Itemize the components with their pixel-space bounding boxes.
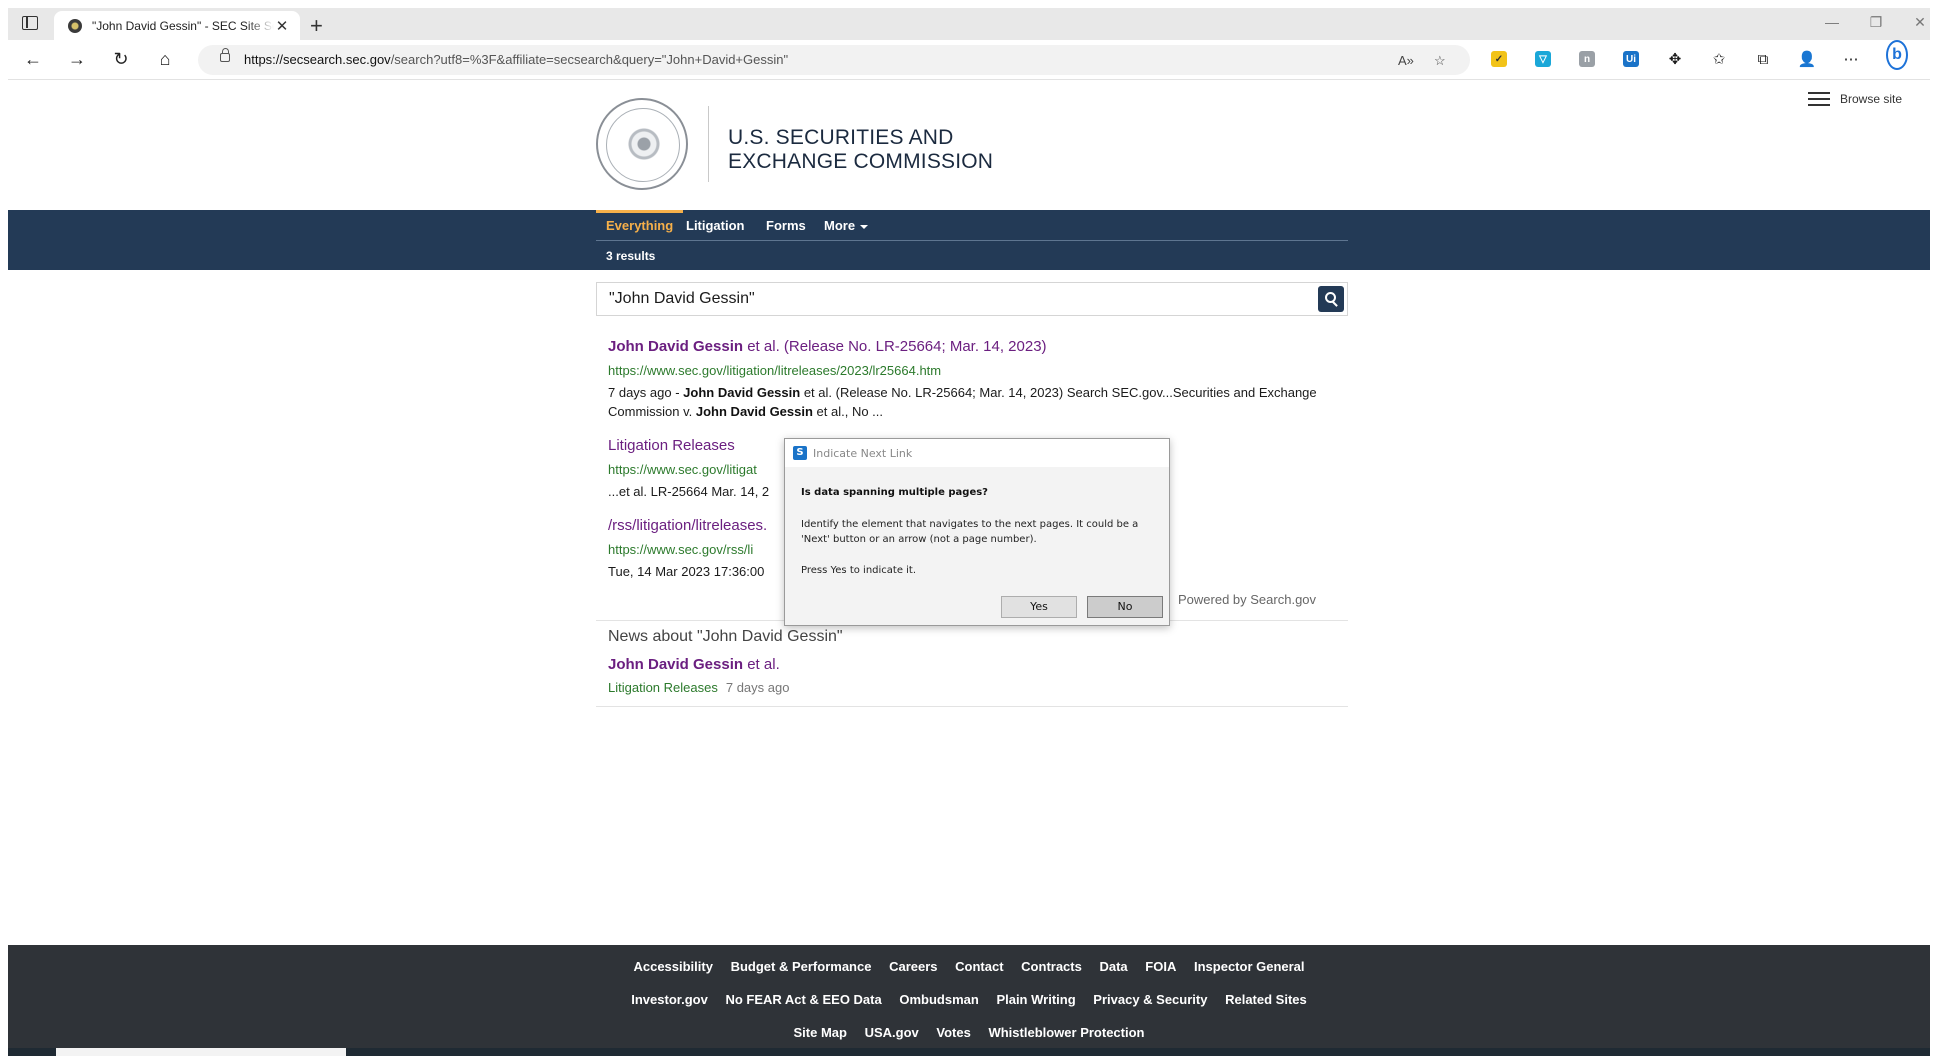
news-age: 7 days ago xyxy=(725,680,790,695)
read-aloud-icon[interactable]: A» xyxy=(1398,53,1414,68)
results-count: 3 results xyxy=(606,249,656,263)
address-bar: ← → ↻ ⌂ https://secsearch.sec.gov/search… xyxy=(8,40,1930,80)
profile-avatar-icon[interactable]: 👤 xyxy=(1796,48,1818,70)
no-button[interactable]: No xyxy=(1087,596,1163,618)
chevron-down-icon xyxy=(860,224,869,229)
footer-link[interactable]: Contracts xyxy=(1021,959,1082,974)
favorite-add-icon[interactable]: ☆ xyxy=(1434,53,1446,69)
agency-line-1: U.S. SECURITIES AND xyxy=(728,126,954,149)
forward-icon[interactable]: → xyxy=(66,49,88,69)
footer-link[interactable]: FOIA xyxy=(1145,959,1176,974)
collections-icon[interactable]: ⧉ xyxy=(1752,48,1774,70)
footer-link[interactable]: USA.gov xyxy=(865,1025,919,1040)
footer-row-1: Accessibility Budget & Performance Caree… xyxy=(8,959,1930,974)
footer-link[interactable]: Contact xyxy=(955,959,1003,974)
extensions-puzzle-icon[interactable]: ✥ xyxy=(1664,48,1686,70)
back-icon[interactable]: ← xyxy=(22,49,44,69)
taskbar-item[interactable] xyxy=(56,1048,346,1056)
search-result: John David Gessin et al. (Release No. LR… xyxy=(608,338,1348,421)
search-box xyxy=(596,282,1348,316)
agency-line-2: EXCHANGE COMMISSION xyxy=(728,150,994,173)
footer-link[interactable]: Data xyxy=(1099,959,1127,974)
search-icon[interactable] xyxy=(1318,286,1344,312)
result-url[interactable]: https://www.sec.gov/litigation/litreleas… xyxy=(608,362,1348,380)
minimize-icon[interactable]: — xyxy=(1822,14,1842,30)
tab-everything[interactable]: Everything xyxy=(596,210,684,240)
footer-link[interactable]: Privacy & Security xyxy=(1093,992,1207,1007)
hamburger-menu-icon xyxy=(1808,92,1830,106)
home-icon[interactable]: ⌂ xyxy=(154,49,176,69)
search-nav-band: Everything Litigation Forms More 3 resul… xyxy=(8,210,1930,270)
footer-link[interactable]: Whistleblower Protection xyxy=(988,1025,1144,1040)
close-window-icon[interactable]: ✕ xyxy=(1910,14,1930,31)
result-snippet: 7 days ago - John David Gessin et al. (R… xyxy=(608,385,1317,419)
extension-ui-icon[interactable]: Ui xyxy=(1620,48,1642,70)
search-tabs: Everything Litigation Forms More xyxy=(596,210,1348,241)
footer-link[interactable]: Plain Writing xyxy=(996,992,1075,1007)
footer-link[interactable]: Ombudsman xyxy=(899,992,978,1007)
dialog-question: Is data spanning multiple pages? xyxy=(801,487,988,498)
tab-more[interactable]: More xyxy=(814,210,878,240)
news-source: Litigation Releases 7 days ago xyxy=(608,680,789,695)
footer-link[interactable]: Related Sites xyxy=(1225,992,1307,1007)
tab-title: "John David Gessin" - SEC Site Search xyxy=(92,18,274,33)
indicate-next-link-dialog: S Indicate Next Link Is data spanning mu… xyxy=(784,438,1170,626)
dialog-instruction: Press Yes to indicate it. xyxy=(801,565,917,576)
browse-site-button[interactable]: Browse site xyxy=(1808,92,1902,106)
footer-link[interactable]: Investor.gov xyxy=(631,992,708,1007)
powered-by-link[interactable]: Powered by Search.gov xyxy=(1178,592,1316,607)
tab-active[interactable]: "John David Gessin" - SEC Site Search ✕ xyxy=(54,11,300,40)
footer-link[interactable]: Inspector General xyxy=(1194,959,1305,974)
header-divider xyxy=(708,106,709,182)
dialog-title: Indicate Next Link xyxy=(813,446,913,460)
extension-check-icon[interactable]: ✓ xyxy=(1488,48,1510,70)
sec-favicon-icon xyxy=(68,18,82,33)
tab-more-label: More xyxy=(824,218,856,233)
tab-actions-icon[interactable] xyxy=(22,16,38,30)
footer-link[interactable]: Budget & Performance xyxy=(731,959,872,974)
bing-chat-icon[interactable]: b xyxy=(1886,40,1908,70)
tab-bar: "John David Gessin" - SEC Site Search ✕ … xyxy=(8,8,1930,40)
news-source-link[interactable]: Litigation Releases xyxy=(608,680,718,695)
agency-name[interactable]: U.S. SECURITIES AND EXCHANGE COMMISSION xyxy=(728,126,993,174)
app-logo-icon: S xyxy=(793,446,807,460)
favorites-icon[interactable]: ✩ xyxy=(1708,48,1730,70)
footer-link[interactable]: No FEAR Act & EEO Data xyxy=(725,992,881,1007)
browse-site-label: Browse site xyxy=(1840,92,1903,106)
tab-forms[interactable]: Forms xyxy=(756,210,816,240)
more-menu-icon[interactable]: ⋯ xyxy=(1840,48,1862,70)
refresh-icon[interactable]: ↻ xyxy=(110,49,132,69)
extension-shield-icon[interactable]: ▽ xyxy=(1532,48,1554,70)
footer-link[interactable]: Accessibility xyxy=(633,959,713,974)
search-input[interactable] xyxy=(597,283,1297,315)
extension-n-icon[interactable]: n xyxy=(1576,48,1598,70)
footer-row-2: Investor.gov No FEAR Act & EEO Data Ombu… xyxy=(8,992,1930,1007)
new-tab-icon[interactable]: + xyxy=(310,13,323,39)
footer-row-3: Site Map USA.gov Votes Whistleblower Pro… xyxy=(8,1025,1930,1040)
footer-link[interactable]: Votes xyxy=(936,1025,970,1040)
sec-seal-logo[interactable] xyxy=(596,98,688,190)
restore-icon[interactable]: ❐ xyxy=(1866,14,1886,31)
url-text[interactable]: https://secsearch.sec.gov/search?utf8=%3… xyxy=(244,52,788,67)
dialog-body: Identify the element that navigates to t… xyxy=(801,519,1139,545)
footer-link[interactable]: Site Map xyxy=(794,1025,847,1040)
url-field[interactable]: https://secsearch.sec.gov/search?utf8=%3… xyxy=(198,45,1470,75)
divider xyxy=(596,706,1348,707)
dialog-titlebar[interactable]: S Indicate Next Link xyxy=(785,439,1169,467)
footer-link[interactable]: Careers xyxy=(889,959,937,974)
result-title-link[interactable]: John David Gessin et al. (Release No. LR… xyxy=(608,338,1348,356)
site-footer: Accessibility Budget & Performance Caree… xyxy=(8,945,1930,1056)
browser-window: "John David Gessin" - SEC Site Search ✕ … xyxy=(8,8,1930,1056)
yes-button[interactable]: Yes xyxy=(1001,596,1077,618)
close-tab-icon[interactable]: ✕ xyxy=(274,17,290,35)
news-heading: News about "John David Gessin" xyxy=(608,628,843,645)
lock-icon[interactable] xyxy=(220,48,230,62)
news-title-link[interactable]: John David Gessin et al. xyxy=(608,656,780,673)
tab-litigation[interactable]: Litigation xyxy=(676,210,755,240)
